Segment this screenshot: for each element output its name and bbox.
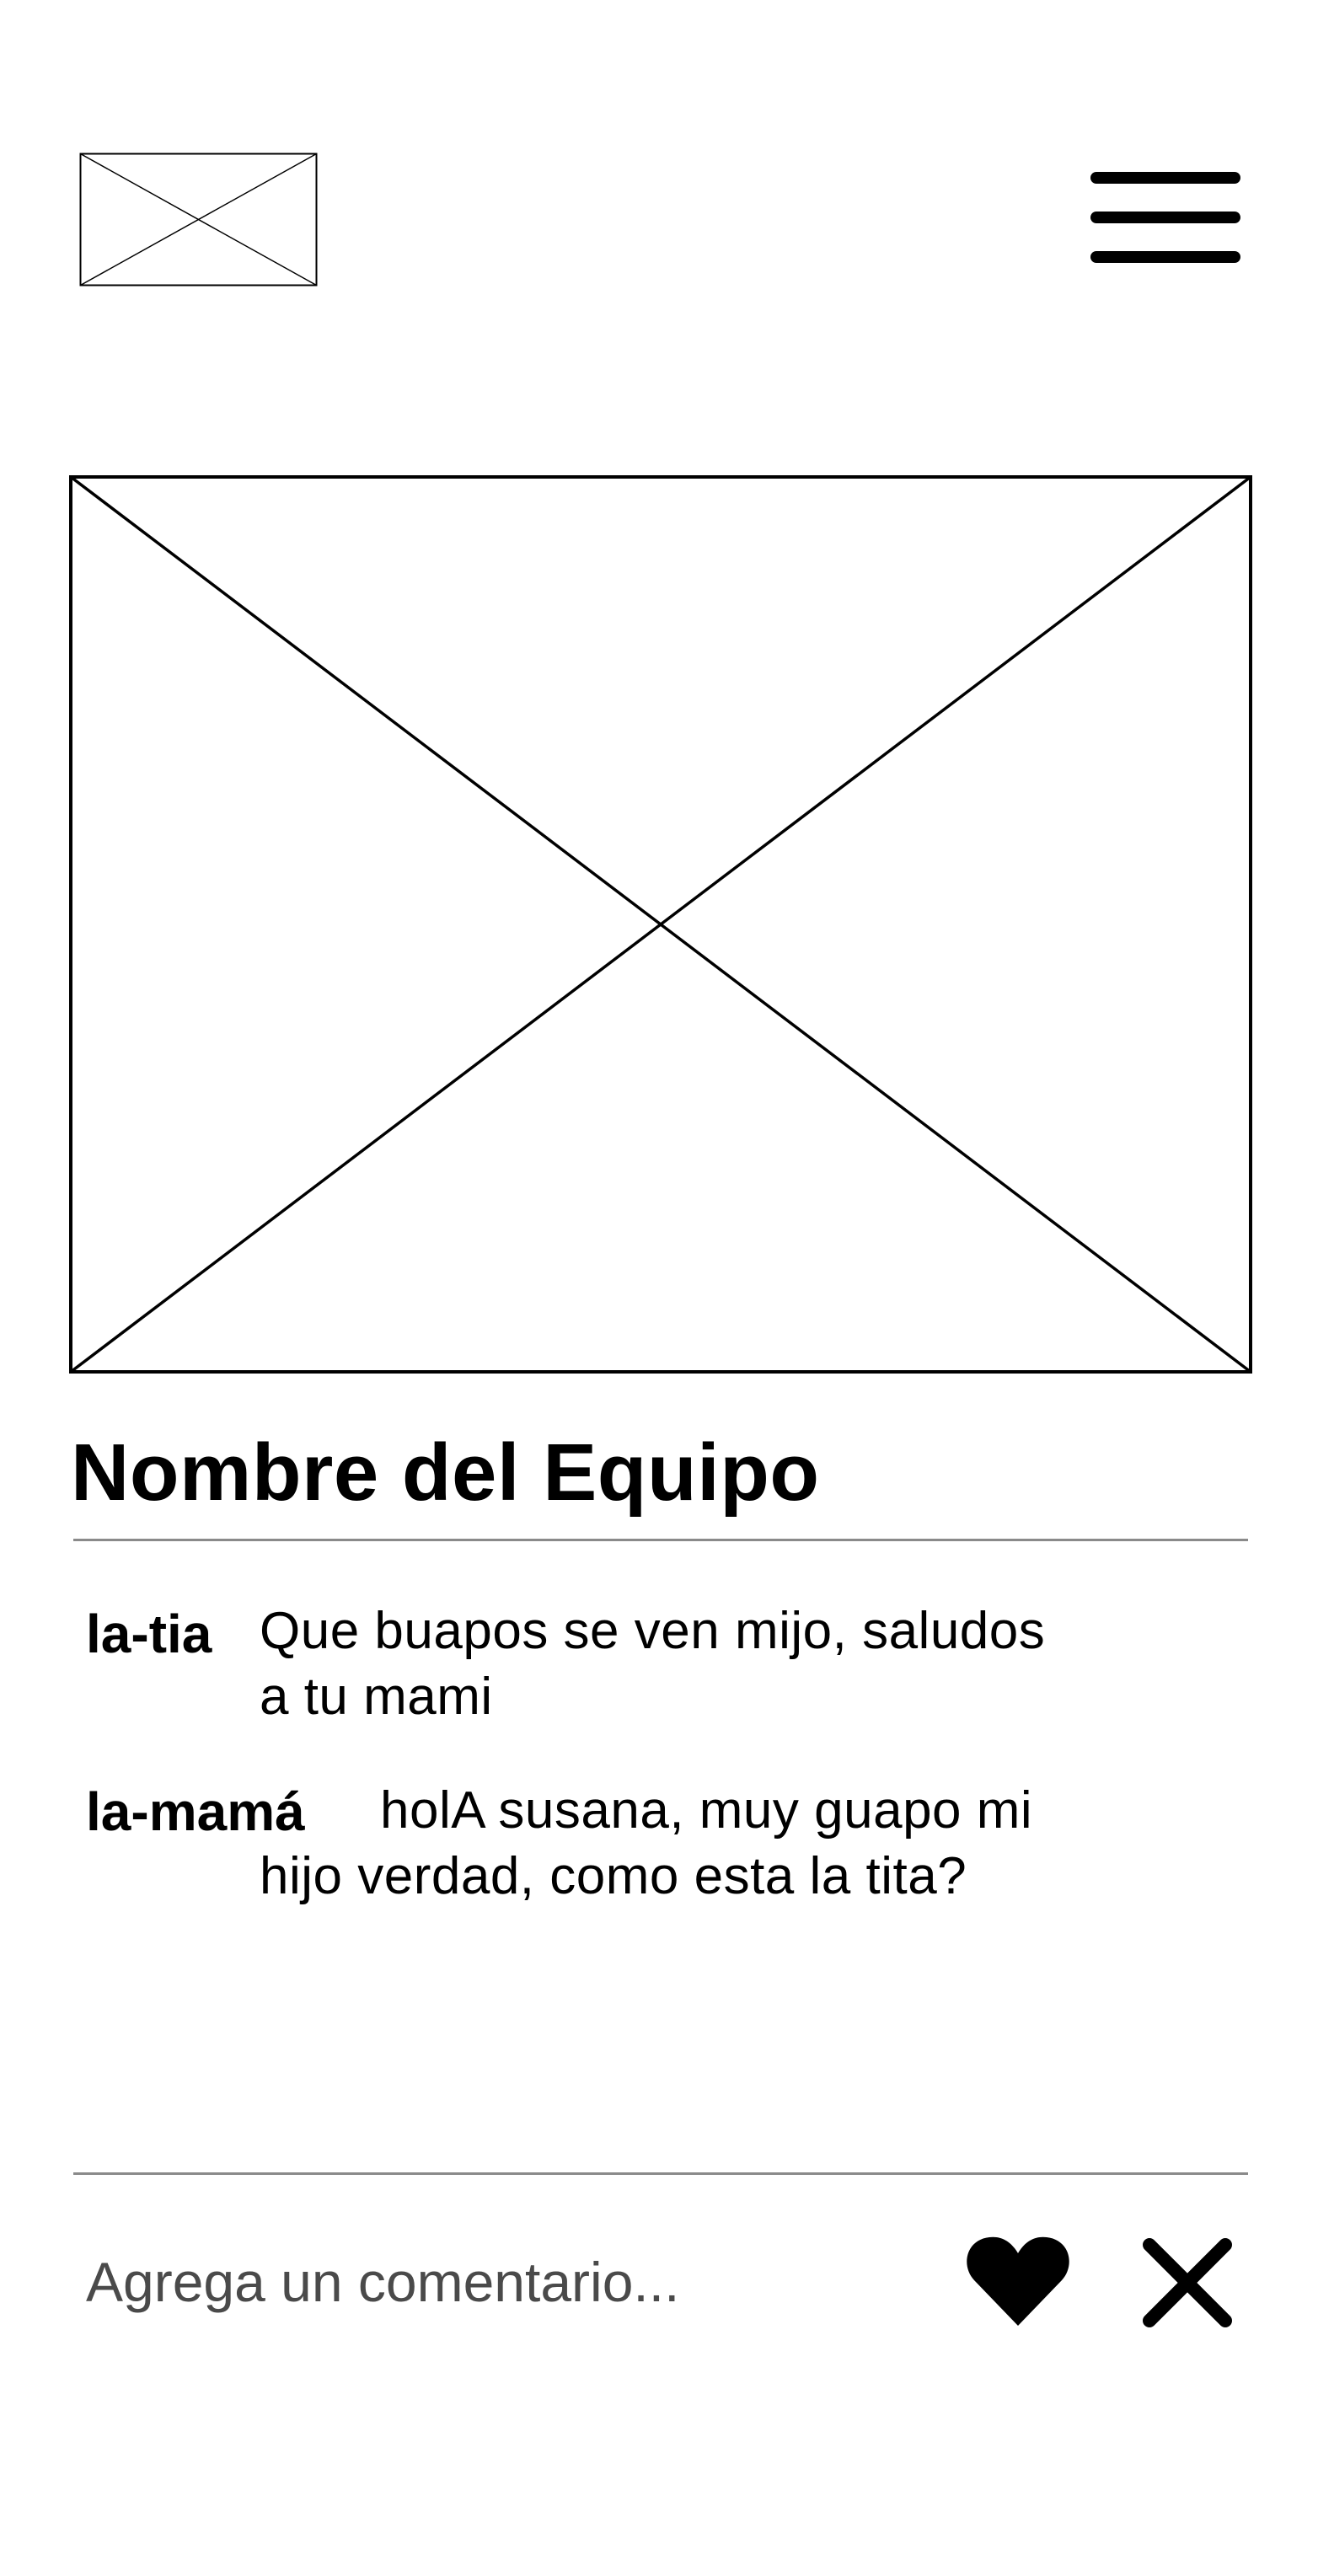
team-name-title: Nombre del Equipo: [71, 1427, 820, 1518]
divider: [73, 1539, 1248, 1541]
heart-icon[interactable]: [966, 2235, 1070, 2327]
team-image-placeholder: [69, 475, 1252, 1374]
logo-image-placeholder: [79, 153, 318, 287]
comment-author[interactable]: la-tia: [86, 1607, 212, 1661]
hamburger-menu-button[interactable]: [1089, 165, 1244, 273]
add-comment-input[interactable]: [86, 2241, 929, 2322]
menu-bar: [1090, 172, 1240, 184]
comment-text: holA susana, muy guapo mi hijo verdad, c…: [260, 1781, 1033, 1905]
comment-text: Que buapos se ven mijo, saludos a tu mam…: [260, 1602, 1046, 1726]
menu-bar: [1090, 212, 1240, 223]
divider: [73, 2172, 1248, 2175]
close-icon[interactable]: [1139, 2235, 1235, 2331]
menu-bar: [1090, 251, 1240, 263]
